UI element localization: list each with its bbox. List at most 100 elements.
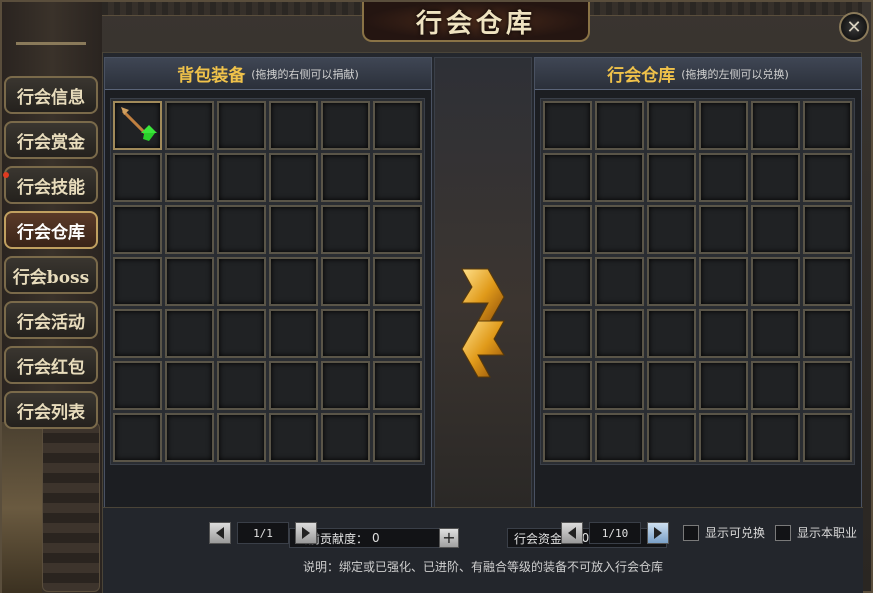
backpack-slot[interactable] — [269, 257, 318, 306]
backpack-slot[interactable] — [113, 361, 162, 410]
storage-slot[interactable] — [803, 205, 852, 254]
backpack-slot[interactable] — [321, 309, 370, 358]
sidebar-item-2[interactable]: 行会技能 — [3, 166, 98, 204]
exchangeable-checkbox[interactable] — [683, 524, 699, 541]
backpack-slot[interactable] — [113, 309, 162, 358]
backpack-slot[interactable] — [321, 257, 370, 306]
storage-slot[interactable] — [699, 413, 748, 462]
backpack-slot[interactable] — [373, 153, 422, 202]
backpack-slot[interactable] — [165, 257, 214, 306]
sidebar-item-4[interactable]: 行会boss — [4, 256, 98, 294]
storage-slot[interactable] — [595, 257, 644, 306]
backpack-prev-page-button[interactable] — [209, 522, 231, 544]
backpack-slot[interactable] — [269, 153, 318, 202]
close-button[interactable]: ✕ — [839, 12, 869, 42]
sidebar-item-0[interactable]: 行会信息 — [4, 76, 98, 114]
storage-slot[interactable] — [595, 101, 644, 150]
backpack-slot[interactable] — [165, 153, 214, 202]
storage-slot[interactable] — [751, 309, 800, 358]
backpack-slot[interactable] — [373, 257, 422, 306]
storage-slot[interactable] — [803, 361, 852, 410]
backpack-next-page-button[interactable] — [295, 522, 317, 544]
backpack-slot[interactable] — [113, 205, 162, 254]
backpack-slot[interactable] — [113, 101, 162, 150]
storage-slot[interactable] — [803, 257, 852, 306]
backpack-slot[interactable] — [373, 205, 422, 254]
backpack-slot[interactable] — [373, 413, 422, 462]
sidebar-item-3[interactable]: 行会仓库 — [4, 211, 98, 249]
backpack-slot[interactable] — [217, 309, 266, 358]
backpack-slot[interactable] — [373, 309, 422, 358]
storage-slot[interactable] — [751, 361, 800, 410]
backpack-slot[interactable] — [217, 205, 266, 254]
sidebar-item-7[interactable]: 行会列表 — [4, 391, 98, 429]
backpack-slot[interactable] — [113, 257, 162, 306]
storage-slot[interactable] — [751, 205, 800, 254]
backpack-slot[interactable] — [165, 309, 214, 358]
add-contribution-button[interactable]: + — [439, 528, 459, 548]
backpack-slot[interactable] — [217, 361, 266, 410]
backpack-slot[interactable] — [113, 153, 162, 202]
sidebar-item-5[interactable]: 行会活动 — [4, 301, 98, 339]
storage-slot[interactable] — [699, 153, 748, 202]
storage-slot[interactable] — [543, 257, 592, 306]
backpack-slot[interactable] — [373, 361, 422, 410]
storage-slot[interactable] — [699, 257, 748, 306]
storage-slot[interactable] — [751, 257, 800, 306]
storage-slot[interactable] — [543, 413, 592, 462]
backpack-slot[interactable] — [217, 153, 266, 202]
storage-slot[interactable] — [595, 413, 644, 462]
backpack-slot[interactable] — [269, 309, 318, 358]
storage-slot[interactable] — [803, 101, 852, 150]
storage-slot[interactable] — [543, 309, 592, 358]
backpack-slot[interactable] — [321, 153, 370, 202]
storage-slot[interactable] — [647, 361, 696, 410]
storage-slot[interactable] — [647, 101, 696, 150]
storage-slot[interactable] — [543, 153, 592, 202]
backpack-slot[interactable] — [165, 361, 214, 410]
backpack-slot[interactable] — [269, 205, 318, 254]
storage-slot[interactable] — [803, 413, 852, 462]
storage-slot[interactable] — [803, 153, 852, 202]
storage-slot[interactable] — [699, 205, 748, 254]
storage-slot[interactable] — [543, 101, 592, 150]
backpack-slot[interactable] — [321, 413, 370, 462]
filter-exchangeable[interactable]: 显示可兑换 — [683, 524, 765, 541]
backpack-slot[interactable] — [217, 101, 266, 150]
backpack-slot[interactable] — [269, 361, 318, 410]
storage-slot[interactable] — [647, 205, 696, 254]
backpack-slot[interactable] — [373, 101, 422, 150]
storage-slot[interactable] — [699, 309, 748, 358]
storage-slot[interactable] — [595, 205, 644, 254]
storage-slot[interactable] — [595, 361, 644, 410]
storage-prev-page-button[interactable] — [561, 522, 583, 544]
backpack-slot[interactable] — [217, 257, 266, 306]
filter-own-class[interactable]: 显示本职业 — [775, 524, 857, 541]
storage-slot[interactable] — [751, 153, 800, 202]
storage-slot[interactable] — [647, 257, 696, 306]
sidebar-item-6[interactable]: 行会红包 — [4, 346, 98, 384]
backpack-slot[interactable] — [113, 413, 162, 462]
storage-slot[interactable] — [647, 153, 696, 202]
storage-slot[interactable] — [595, 153, 644, 202]
storage-slot[interactable] — [647, 309, 696, 358]
storage-slot[interactable] — [647, 413, 696, 462]
storage-next-page-button[interactable] — [647, 522, 669, 544]
backpack-slot[interactable] — [165, 413, 214, 462]
backpack-slot[interactable] — [321, 205, 370, 254]
storage-slot[interactable] — [543, 205, 592, 254]
backpack-slot[interactable] — [321, 101, 370, 150]
storage-slot[interactable] — [751, 101, 800, 150]
storage-slot[interactable] — [751, 413, 800, 462]
backpack-slot[interactable] — [269, 101, 318, 150]
backpack-slot[interactable] — [165, 101, 214, 150]
own-class-checkbox[interactable] — [775, 524, 792, 541]
storage-slot[interactable] — [803, 309, 852, 358]
sidebar-item-1[interactable]: 行会赏金 — [4, 121, 98, 159]
backpack-slot[interactable] — [217, 413, 266, 462]
storage-slot[interactable] — [699, 361, 748, 410]
backpack-slot[interactable] — [321, 361, 370, 410]
storage-slot[interactable] — [699, 101, 748, 150]
backpack-slot[interactable] — [269, 413, 318, 462]
storage-slot[interactable] — [595, 309, 644, 358]
